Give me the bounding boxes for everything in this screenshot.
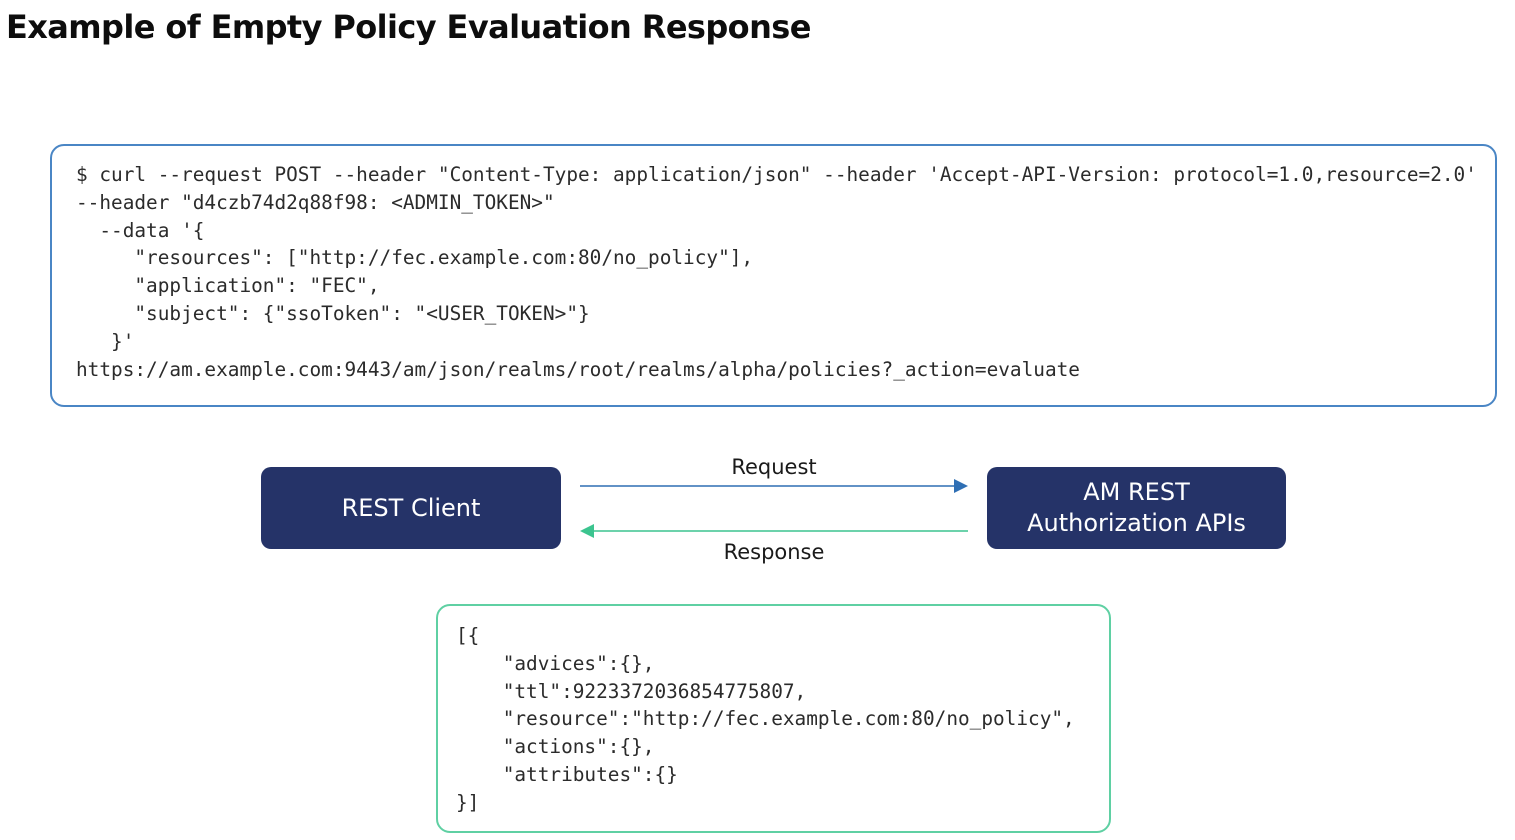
- response-arrowhead: [580, 524, 594, 538]
- response-code-line: "resource":"http://fec.example.com:80/no…: [456, 707, 1075, 731]
- response-code-line: "ttl":9223372036854775807,: [456, 679, 807, 703]
- response-code-line: [{: [456, 624, 480, 647]
- response-code-block: [{ "advices":{}, "ttl":92233720368547758…: [436, 604, 1111, 833]
- response-code-line: "attributes":{}: [456, 762, 678, 786]
- response-code-line: "actions":{},: [456, 735, 655, 759]
- response-label: Response: [723, 540, 825, 564]
- response-code-line: "advices":{},: [456, 651, 655, 675]
- request-arrowhead: [954, 479, 968, 493]
- response-code-line: }]: [456, 790, 480, 814]
- request-label: Request: [731, 455, 817, 479]
